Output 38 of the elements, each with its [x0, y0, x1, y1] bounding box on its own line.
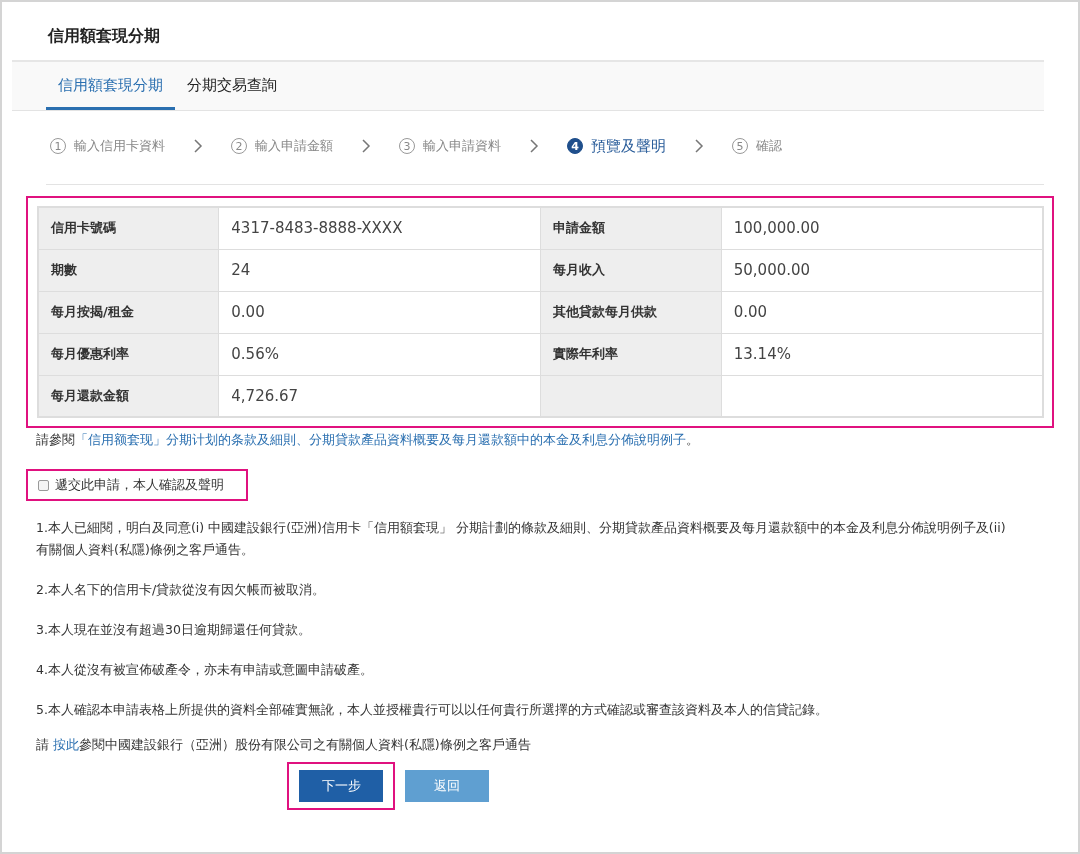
- chevron-icon: [361, 139, 371, 153]
- field-label: 每月收入: [540, 249, 722, 291]
- declaration-text: 3.本人現在並沒有超過30日逾期歸還任何貸款。: [36, 621, 312, 639]
- tab[interactable]: 信用額套現分期: [46, 76, 175, 110]
- field-label: 每月優惠利率: [38, 333, 219, 375]
- declaration-text: 1.本人已細閱，明白及同意(i) 中國建設銀行(亞洲)信用卡「信用額套現」 分期計劃的條款及細則、分期貸款產品資料概要及每月還款額中的本金及利息分佈說明例子及(ii) 有關個人資料(私隱)條例之客戶通告。: [36, 519, 1007, 559]
- chevron-icon: [694, 139, 704, 153]
- field-value: 4317-8483-8888-XXXX: [218, 207, 541, 249]
- declaration-text: 5.本人確認本申請表格上所提供的資料全部確實無訛，本人並授權貴行可以以任何貴行所選擇的方式確認或審查該資料及本人的信貸記錄。: [36, 701, 829, 719]
- reference-text: 請參閱「信用额套现」分期计划的条款及細則、分期貸款產品資料概要及每月還款額中的本金及利息分佈說明例子。: [36, 432, 700, 449]
- field-value: 0.00: [218, 291, 541, 333]
- notice-link[interactable]: 按此: [53, 737, 79, 752]
- field-label: 其他貸款每月供款: [540, 291, 722, 333]
- checkbox-label: 遞交此申請，本人確認及聲明: [55, 476, 224, 494]
- declaration-text: 2.本人名下的信用卡/貸款從沒有因欠帳而被取消。: [36, 581, 327, 599]
- tab[interactable]: 分期交易查詢: [175, 76, 289, 110]
- step-label: 預覽及聲明: [591, 136, 666, 156]
- field-value: 24: [218, 249, 541, 291]
- step-label: 輸入申請金額: [255, 137, 333, 155]
- page-title: 信用額套現分期: [46, 25, 161, 47]
- chevron-icon: [193, 139, 203, 153]
- terms-link[interactable]: 「信用额套现」分期计划的条款及細則、分期貸款產品資料概要及每月還款額中的本金及利息分佈說明例子: [75, 432, 686, 447]
- field-label: 申請金額: [540, 207, 722, 249]
- chevron-icon: [529, 139, 539, 153]
- notice-text: 請 按此參閱中國建設銀行（亞洲）股份有限公司之有關個人資料(私隱)條例之客戶通告: [36, 737, 532, 754]
- field-label: 實際年利率: [540, 333, 722, 375]
- next-button[interactable]: 下一步: [299, 770, 383, 802]
- field-label: 每月按揭/租金: [38, 291, 219, 333]
- checkbox[interactable]: [38, 479, 49, 491]
- step-number: 4: [567, 138, 583, 154]
- declaration-text: 4.本人從沒有被宣佈破產令，亦未有申請或意圖申請破產。: [36, 661, 374, 679]
- step-label: 輸入信用卡資料: [74, 137, 165, 155]
- step-label: 輸入申請資料: [423, 137, 501, 155]
- field-label: 信用卡號碼: [38, 207, 219, 249]
- field-label: 每月還款金額: [38, 375, 219, 417]
- field-value: 0.56%: [218, 333, 541, 375]
- field-label: 期數: [38, 249, 219, 291]
- step-label: 確認: [756, 137, 782, 155]
